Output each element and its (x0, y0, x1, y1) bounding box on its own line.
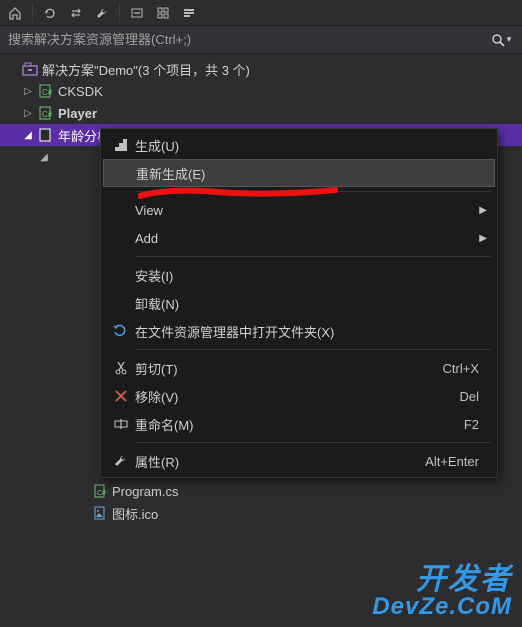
menu-shortcut: Alt+Enter (425, 454, 487, 469)
project-label: Player (58, 106, 97, 121)
image-file-icon (92, 505, 108, 521)
csproj-icon (38, 127, 54, 143)
menu-cut[interactable]: 剪切(T) Ctrl+X (101, 354, 497, 382)
refresh-icon[interactable] (41, 4, 59, 22)
solution-node[interactable]: 解决方案"Demo"(3 个项目，共 3 个) (0, 58, 522, 80)
csproj-icon: C# (38, 83, 54, 99)
expander-collapsed-icon[interactable]: ▷ (22, 85, 34, 97)
menu-install[interactable]: 安装(I) (101, 261, 497, 289)
csharp-file-icon: C# (92, 483, 108, 499)
csproj-icon: C# (38, 105, 54, 121)
expander-expanded-icon[interactable]: ◢ (22, 129, 34, 141)
solution-title: 解决方案"Demo"(3 个项目，共 3 个) (42, 60, 250, 79)
toolbar-separator (32, 4, 33, 22)
menu-view[interactable]: View ▶ (101, 196, 497, 224)
menu-shortcut: F2 (464, 417, 487, 432)
menu-label: 属性(R) (135, 452, 425, 471)
menu-build[interactable]: 生成(U) (101, 131, 497, 159)
home-icon[interactable] (6, 4, 24, 22)
menu-remove[interactable]: 移除(V) Del (101, 382, 497, 410)
watermark-line1: 开发者 (372, 565, 512, 595)
file-node[interactable]: C# Program.cs (0, 480, 522, 502)
menu-shortcut: Del (459, 389, 487, 404)
menu-properties[interactable]: 属性(R) Alt+Enter (101, 447, 497, 475)
watermark: 开发者 DevZe.CoM (372, 565, 512, 619)
svg-text:C#: C# (97, 490, 106, 497)
menu-rename[interactable]: 重命名(M) F2 (101, 410, 497, 438)
project-node[interactable]: ▷ C# Player (0, 102, 522, 124)
file-label: Program.cs (112, 484, 178, 499)
submenu-arrow-icon: ▶ (479, 205, 487, 216)
search-bar: ▾ (0, 26, 522, 54)
project-node[interactable]: ▷ C# CKSDK (0, 80, 522, 102)
sync-icon[interactable] (67, 4, 85, 22)
context-menu: 生成(U) 重新生成(E) View ▶ Add ▶ 安装(I) 卸载(N) 在… (100, 128, 498, 478)
menu-rebuild[interactable]: 重新生成(E) (103, 159, 495, 187)
svg-text:C#: C# (42, 88, 53, 97)
menu-add[interactable]: Add ▶ (101, 224, 497, 252)
watermark-line2: DevZe.CoM (372, 595, 512, 619)
menu-uninstall[interactable]: 卸载(N) (101, 289, 497, 317)
file-label: 图标.ico (112, 504, 158, 523)
menu-separator (135, 191, 491, 192)
menu-label: 重命名(M) (135, 415, 464, 434)
collapse-icon[interactable] (128, 4, 146, 22)
wrench-icon (107, 453, 135, 469)
properties-icon[interactable] (180, 4, 198, 22)
menu-label: 安装(I) (135, 266, 487, 285)
solution-icon (22, 61, 38, 77)
menu-separator (135, 442, 491, 443)
project-label: CKSDK (58, 84, 103, 99)
toolbar-separator (119, 4, 120, 22)
wrench-icon[interactable] (93, 4, 111, 22)
solution-explorer-toolbar (0, 0, 522, 26)
menu-shortcut: Ctrl+X (443, 361, 487, 376)
cut-icon (107, 360, 135, 376)
expander-expanded-icon[interactable]: ◢ (38, 151, 50, 163)
open-folder-icon (107, 323, 135, 339)
menu-label: 卸载(N) (135, 294, 487, 313)
svg-text:C#: C# (42, 110, 53, 119)
menu-separator (135, 256, 491, 257)
search-input[interactable] (8, 32, 488, 47)
file-node[interactable]: 图标.ico (0, 502, 522, 524)
menu-label: 重新生成(E) (136, 164, 486, 183)
submenu-arrow-icon: ▶ (479, 233, 487, 244)
menu-separator (135, 349, 491, 350)
menu-label: 移除(V) (135, 387, 459, 406)
menu-label: 在文件资源管理器中打开文件夹(X) (135, 322, 487, 341)
menu-label: Add (135, 231, 479, 246)
search-icon[interactable]: ▾ (488, 33, 514, 47)
menu-label: View (135, 203, 479, 218)
expander-collapsed-icon[interactable]: ▷ (22, 107, 34, 119)
build-icon (107, 137, 135, 153)
menu-label: 生成(U) (135, 136, 487, 155)
menu-label: 剪切(T) (135, 359, 443, 378)
remove-icon (107, 388, 135, 404)
menu-open-folder[interactable]: 在文件资源管理器中打开文件夹(X) (101, 317, 497, 345)
show-all-icon[interactable] (154, 4, 172, 22)
rename-icon (107, 416, 135, 432)
